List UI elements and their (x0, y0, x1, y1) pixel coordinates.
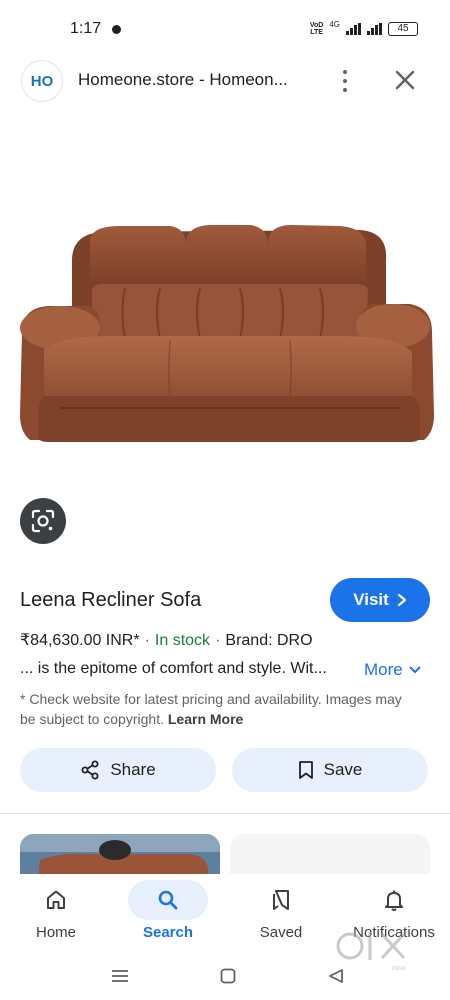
notification-dot-icon (112, 25, 121, 34)
status-icons: VoD LTE 4G 45 (310, 20, 418, 37)
learn-more-link[interactable]: Learn More (168, 711, 243, 727)
nav-home[interactable]: Home (1, 874, 111, 954)
nav-search[interactable]: Search (113, 874, 223, 954)
share-label: Share (110, 760, 156, 779)
status-bar: 1:17 VoD LTE 4G 45 (0, 0, 450, 58)
volte-bottom-text: LTE (310, 28, 323, 36)
product-brand: Brand: DRO (225, 632, 313, 649)
saved-icon (273, 890, 289, 910)
separator: · (215, 632, 221, 649)
more-options-icon[interactable] (336, 68, 354, 94)
nav-saved[interactable]: Saved (226, 874, 336, 954)
signal-icon (346, 22, 361, 35)
search-icon (158, 890, 178, 910)
volte-top-text: VoD (309, 21, 324, 29)
network-type: 4G (329, 20, 340, 29)
save-button[interactable]: Save (232, 748, 428, 792)
nav-home-label: Home (35, 924, 76, 941)
recent-apps-icon[interactable] (108, 964, 132, 988)
visit-button[interactable]: Visit (330, 578, 430, 622)
back-icon[interactable] (324, 964, 348, 988)
share-button[interactable]: Share (20, 748, 216, 792)
visit-label: Visit (353, 590, 389, 609)
battery-icon: 45 (388, 21, 418, 36)
more-label: More (364, 660, 403, 679)
volte-indicator: VoD LTE (310, 22, 323, 36)
status-time: 1:17 (70, 20, 102, 37)
signal-icon-2 (367, 22, 382, 35)
home-icon (47, 890, 65, 909)
bell-icon (385, 890, 403, 911)
site-logo[interactable]: HO (21, 60, 63, 102)
product-price: ₹84,630.00 INR* (20, 632, 140, 649)
price-row: ₹84,630.00 INR* · In stock · Brand: DRO (20, 630, 313, 650)
site-logo-text: HO (30, 72, 54, 90)
system-navigation-bar (0, 954, 450, 1000)
product-title: Leena Recliner Sofa (20, 589, 202, 611)
disclaimer: * Check website for latest pricing and a… (20, 689, 420, 729)
nav-search-label: Search (142, 924, 194, 941)
home-system-icon[interactable] (216, 964, 240, 988)
share-icon (81, 760, 99, 780)
divider (0, 813, 450, 814)
save-label: Save (323, 760, 363, 779)
viewer-header: HO Homeone.store - Homeon... (0, 58, 450, 104)
product-image[interactable] (0, 200, 450, 450)
stock-status: In stock (154, 632, 211, 649)
chevron-right-icon (397, 593, 406, 607)
lens-search-button[interactable] (20, 498, 66, 544)
bookmark-icon (298, 761, 313, 779)
more-button[interactable]: More (364, 660, 421, 680)
site-title[interactable]: Homeone.store - Homeon... (78, 70, 288, 90)
chevron-down-icon (409, 666, 421, 673)
nav-saved-label: Saved (259, 924, 303, 941)
lens-icon (31, 509, 55, 533)
battery-level: 45 (397, 23, 409, 34)
separator: · (144, 632, 150, 649)
close-icon[interactable] (392, 67, 418, 93)
